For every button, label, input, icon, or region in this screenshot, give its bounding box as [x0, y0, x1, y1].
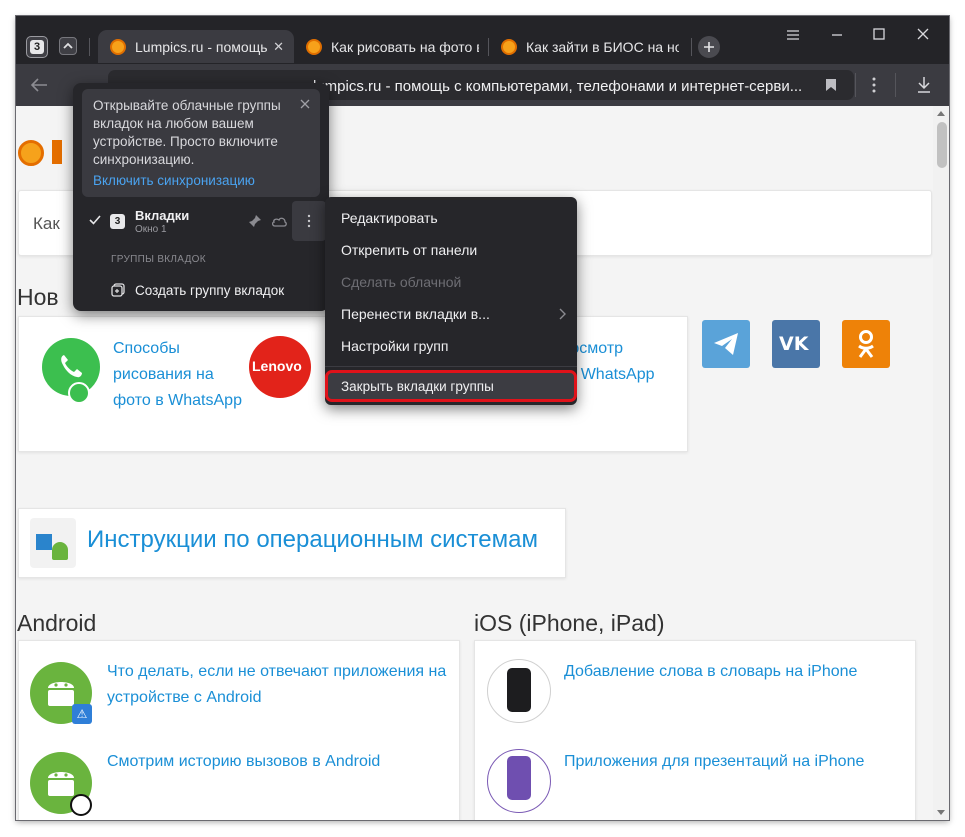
scroll-down-arrow[interactable] [937, 810, 945, 816]
vk-button[interactable]: VK [772, 320, 820, 368]
more-vertical-icon [307, 214, 311, 228]
menu-item-close-group-label: Закрыть вкладки группы [341, 379, 494, 394]
phone-icon [61, 355, 82, 378]
camera-icon [68, 382, 90, 404]
menu-item-close-group[interactable]: Закрыть вкладки группы [325, 370, 577, 402]
tab-title: Lumpics.ru - помощь с компьютерами [135, 38, 268, 55]
tab-group-row[interactable]: 3 Вкладки Окно 1 [73, 200, 329, 242]
create-tab-group-label: Создать группу вкладок [135, 283, 285, 298]
lenovo-logo[interactable]: Lenovo [249, 336, 311, 398]
close-icon[interactable] [300, 99, 310, 109]
article-link[interactable]: Добавление слова в словарь на iPhone [564, 659, 904, 685]
iphone-icon[interactable] [487, 659, 551, 723]
lumpics-favicon [501, 38, 517, 55]
tab-group-count-badge: 3 [110, 214, 125, 229]
tab[interactable]: Как рисовать на фото в WhatsApp [294, 30, 489, 63]
tab[interactable]: Как зайти в БИОС на ноутбуке [489, 30, 689, 63]
android-app-icon[interactable]: ⚠ [30, 662, 92, 724]
article-link[interactable]: Что делать, если не отвечают приложения … [107, 659, 447, 711]
bookmark-icon[interactable] [825, 78, 837, 92]
address-text[interactable]: lumpics.ru - помощь с компьютерами, теле… [313, 78, 802, 95]
search-input[interactable]: Как [33, 214, 60, 234]
windows-icon [36, 534, 52, 550]
maximize-icon[interactable] [873, 28, 885, 40]
menu-item-move-tabs[interactable]: Перенести вкладки в... [341, 306, 490, 322]
clock-phone-icon [70, 794, 92, 816]
whatsapp-paint-icon[interactable] [42, 338, 100, 404]
telegram-icon [714, 333, 738, 355]
more-vertical-icon[interactable] [871, 77, 877, 93]
menu-item-edit[interactable]: Редактировать [341, 210, 438, 226]
create-tab-group-item[interactable]: Создать группу вкладок [73, 277, 329, 305]
ios-android-icon [30, 518, 76, 568]
android-heading: Android [17, 610, 97, 636]
download-icon[interactable] [917, 76, 931, 94]
close-icon[interactable]: ✕ [273, 39, 284, 55]
site-logo-text[interactable] [52, 140, 62, 164]
lumpics-favicon [110, 38, 126, 55]
tab-groups-popover: Открывайте облачные группы вкладок на лю… [73, 83, 329, 311]
article-link[interactable]: Приложения для презентаций на iPhone [564, 749, 904, 775]
plus-icon [704, 42, 714, 52]
tab-group-context-menu: Редактировать Открепить от панели Сделат… [325, 197, 577, 405]
article-link[interactable]: Смотрим историю вызовов в Android [107, 749, 447, 775]
vk-icon: VK [779, 333, 809, 355]
new-articles-heading: Нов [17, 284, 59, 310]
ok-button[interactable] [842, 320, 890, 368]
menu-icon[interactable] [786, 29, 800, 41]
iphone-shape [507, 756, 531, 800]
tab-separator [691, 38, 692, 56]
tab-groups-section-label: ГРУППЫ ВКЛАДОК [111, 254, 206, 265]
lumpics-favicon [306, 38, 322, 55]
menu-divider [325, 366, 577, 367]
odnoklassniki-icon [858, 330, 874, 358]
chevron-up-icon [63, 42, 73, 49]
iphone-shape [507, 668, 531, 712]
warning-icon: ⚠ [72, 704, 92, 724]
telegram-button[interactable] [702, 320, 750, 368]
os-section-title[interactable]: Инструкции по операционным системам [87, 526, 538, 554]
enable-sync-link[interactable]: Включить синхронизацию [93, 173, 255, 188]
tab-active[interactable]: Lumpics.ru - помощь с компьютерами ✕ [98, 30, 294, 63]
sync-promo-text: Открывайте облачные группы вкладок на лю… [93, 98, 281, 167]
ios-heading: iOS (iPhone, iPad) [474, 610, 665, 636]
cloud-icon[interactable] [270, 214, 288, 228]
toolbar-separator [895, 73, 896, 97]
android-app-icon[interactable] [30, 752, 92, 816]
tab-title: Как рисовать на фото в WhatsApp [331, 38, 479, 55]
tab-group-name: Вкладки [135, 208, 190, 223]
scroll-up-arrow[interactable] [937, 110, 945, 116]
tab-count-badge: 3 [30, 40, 44, 54]
back-arrow-icon[interactable] [30, 77, 48, 93]
toolbar-separator [855, 73, 856, 97]
sync-promo: Открывайте облачные группы вкладок на лю… [82, 89, 320, 197]
tab-group-window: Окно 1 [135, 224, 167, 235]
article-link[interactable]: Способы рисования на фото в WhatsApp [113, 336, 243, 414]
page-scrollbar[interactable] [933, 106, 949, 820]
minimize-icon[interactable] [830, 29, 844, 41]
menu-item-unpin[interactable]: Открепить от панели [341, 242, 477, 258]
checkmark-icon [89, 215, 101, 225]
tab-groups-collapse-button[interactable] [59, 37, 77, 55]
scrollbar-thumb[interactable] [937, 122, 947, 168]
chevron-right-icon [559, 308, 566, 320]
menu-item-make-cloud: Сделать облачной [341, 274, 462, 290]
pin-icon[interactable] [248, 214, 262, 228]
new-group-icon [111, 283, 125, 297]
lenovo-logo-text: Lenovo [252, 358, 302, 374]
tab-title: Как зайти в БИОС на ноутбуке [526, 38, 679, 55]
new-tab-button[interactable] [698, 36, 720, 58]
site-logo-icon[interactable] [18, 140, 44, 166]
close-window-icon[interactable] [917, 28, 929, 40]
more-options-button[interactable] [292, 201, 326, 241]
tab-bar: 3 Lumpics.ru - помощь с компьютерами ✕ К… [16, 16, 949, 64]
tab-separator [89, 38, 90, 56]
tab-groups-button[interactable]: 3 [26, 36, 48, 58]
presentation-app-icon[interactable] [487, 749, 551, 813]
browser-window: 3 Lumpics.ru - помощь с компьютерами ✕ К… [16, 16, 949, 820]
android-mini-icon [52, 542, 68, 560]
menu-item-group-settings[interactable]: Настройки групп [341, 338, 448, 354]
